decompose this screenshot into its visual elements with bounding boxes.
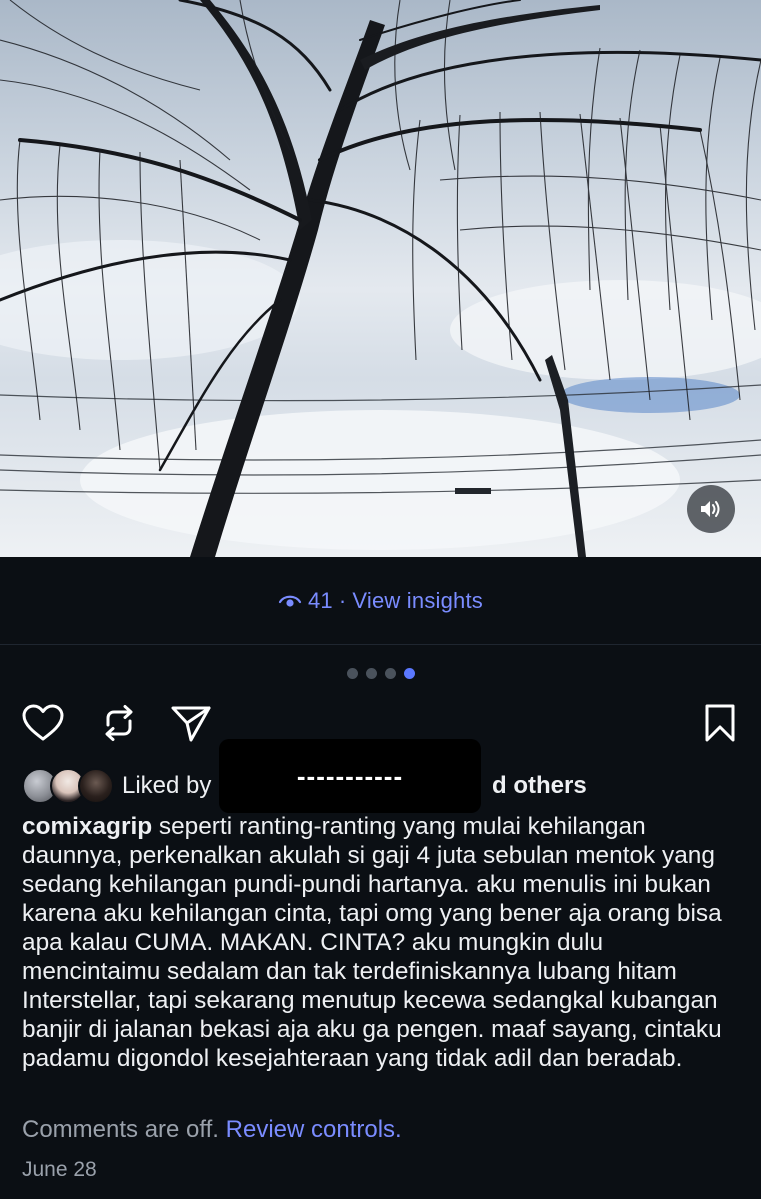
view-insights-link[interactable]: View insights (352, 588, 483, 614)
post-screen: 41 · View insights Liked by d others ---… (0, 0, 761, 1199)
redacted-text: ----------- (296, 760, 404, 791)
bookmark-icon (705, 704, 735, 742)
carousel-dot-active (403, 668, 415, 679)
review-controls-link[interactable]: Review controls. (226, 1116, 402, 1143)
share-button[interactable] (168, 700, 214, 746)
redacted-username-overlay: ----------- (219, 739, 481, 813)
avatar (78, 768, 114, 804)
comments-status: Comments are off. Review controls. (22, 1116, 402, 1144)
post-photo[interactable] (0, 0, 761, 557)
sound-toggle-button[interactable] (687, 485, 735, 533)
tree-photo (0, 0, 761, 557)
caption-username[interactable]: comixagrip (22, 813, 152, 840)
eye-icon (278, 595, 302, 607)
post-caption: comixagrip seperti ranting-ranting yang … (22, 812, 744, 1073)
speaker-icon (701, 501, 720, 517)
like-button[interactable] (20, 700, 66, 746)
heart-icon (22, 704, 64, 741)
liked-by-label: Liked by (122, 772, 212, 799)
view-insights-bar[interactable]: 41 · View insights (0, 557, 761, 645)
separator-dot: · (338, 587, 347, 613)
comments-off-label: Comments are off. (22, 1116, 219, 1143)
liker-avatars (22, 768, 118, 804)
view-count: 41 (308, 587, 333, 613)
carousel-dot (384, 668, 396, 679)
others-count[interactable]: d others (492, 772, 587, 800)
caption-text: seperti ranting-ranting yang mulai kehil… (22, 813, 722, 1072)
repost-button[interactable] (96, 700, 142, 746)
carousel-indicator (0, 668, 761, 679)
send-icon (171, 706, 211, 742)
carousel-dot (365, 668, 377, 679)
post-date: June 28 (22, 1158, 97, 1181)
carousel-dot (346, 668, 358, 679)
save-button[interactable] (697, 700, 743, 746)
repost-icon (105, 705, 133, 741)
